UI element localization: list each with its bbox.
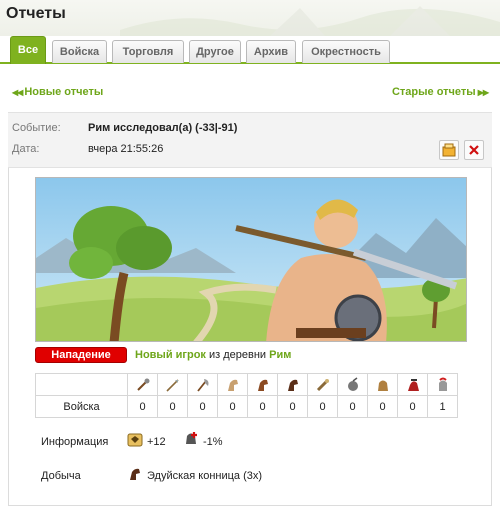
event-value: Рим исследовал(а) (-33|-91) [88, 122, 238, 134]
catapult-icon [347, 376, 358, 391]
unit-cell-5 [247, 373, 278, 396]
report-info: Событие: Рим исследовал(а) (-33|-91) Дат… [8, 112, 492, 168]
paladin-icon [257, 379, 268, 391]
attack-badge: Нападение [35, 347, 127, 363]
scout-horse-icon [227, 379, 238, 391]
troop-count-10: 0 [397, 395, 428, 418]
info-label: Информация [41, 436, 109, 448]
unit-cell-7 [307, 373, 338, 396]
troop-count-11: 1 [427, 395, 458, 418]
double-left-arrow-icon: ◀◀ [12, 88, 23, 97]
archive-icon [442, 143, 456, 157]
troop-count-6: 0 [277, 395, 308, 418]
unit-cell-6 [277, 373, 308, 396]
empty-header-cell [35, 373, 128, 396]
tab-archive[interactable]: Архив [246, 40, 296, 63]
page-title: Отчеты [6, 5, 66, 22]
unit-icons-row [35, 373, 458, 396]
newer-reports-label: Новые отчеты [24, 86, 104, 98]
attacker-line: Новый игрок из деревни Рим [135, 349, 291, 361]
tab-all[interactable]: Все [10, 36, 46, 64]
double-right-arrow-icon: ▶▶ [477, 88, 489, 97]
chief-icon [377, 380, 388, 391]
info-experience: +12 [147, 436, 166, 448]
title-bar: Отчеты [0, 0, 500, 36]
troops-label: Войска [35, 395, 128, 418]
haeduan-cavalry-icon [130, 468, 140, 480]
troop-count-3: 0 [187, 395, 218, 418]
report-tabs: Все Войска Торговля Другое Архив Окрестн… [0, 36, 500, 64]
tab-surroundings[interactable]: Окрестность [302, 40, 390, 63]
settler-icon [407, 378, 419, 391]
tab-trade[interactable]: Торговля [112, 40, 184, 63]
attacker-village-link[interactable]: Рим [269, 349, 291, 361]
title-background-art [120, 6, 500, 36]
troop-count-8: 0 [337, 395, 368, 418]
mace-icon [136, 378, 149, 391]
older-reports-link[interactable]: Старые отчеты ▶▶ [392, 86, 490, 98]
troop-count-2: 0 [157, 395, 188, 418]
loot-value: Эдуйская конница (3x) [147, 470, 263, 482]
troop-count-7: 0 [307, 395, 338, 418]
unit-cell-8 [337, 373, 368, 396]
tab-other[interactable]: Другое [189, 40, 241, 63]
troops-row: Войска 0 0 0 0 0 0 0 0 0 0 1 [35, 395, 458, 418]
unit-cell-4 [217, 373, 248, 396]
archive-button[interactable] [439, 140, 459, 160]
teutonic-knight-icon [287, 379, 298, 391]
attacker-from-text: из деревни [209, 349, 267, 361]
unit-cell-10 [397, 373, 428, 396]
date-value: вчера 21:55:26 [88, 143, 164, 155]
troop-count-5: 0 [247, 395, 278, 418]
battle-banner-image [35, 177, 467, 342]
ram-icon [316, 378, 329, 391]
unit-cell-2 [157, 373, 188, 396]
unit-cell-1 [127, 373, 158, 396]
troops-table: Войска 0 0 0 0 0 0 0 0 0 0 1 [35, 373, 458, 418]
info-health: -1% [203, 436, 223, 448]
axe-icon [196, 378, 208, 392]
close-icon [469, 145, 479, 155]
unit-cell-9 [367, 373, 398, 396]
older-reports-label: Старые отчеты [391, 86, 476, 98]
hero-icon [438, 377, 447, 391]
tab-troops[interactable]: Войска [52, 40, 107, 63]
troop-count-4: 0 [217, 395, 248, 418]
loot-label: Добыча [41, 470, 81, 482]
troop-count-1: 0 [127, 395, 158, 418]
unit-cell-11 [427, 373, 458, 396]
report-panel: Нападение Новый игрок из деревни Рим Вой… [8, 168, 492, 506]
troop-count-9: 0 [367, 395, 398, 418]
delete-button[interactable] [464, 140, 484, 160]
hero-illustration [36, 178, 466, 341]
experience-icon [127, 433, 143, 447]
attacker-player-link[interactable]: Новый игрок [135, 349, 206, 361]
date-label: Дата: [12, 143, 40, 155]
spear-icon [165, 378, 179, 392]
health-icon [186, 432, 197, 444]
event-label: Событие: [12, 122, 61, 134]
unit-cell-3 [187, 373, 218, 396]
newer-reports-link[interactable]: ◀◀ Новые отчеты [10, 86, 103, 98]
